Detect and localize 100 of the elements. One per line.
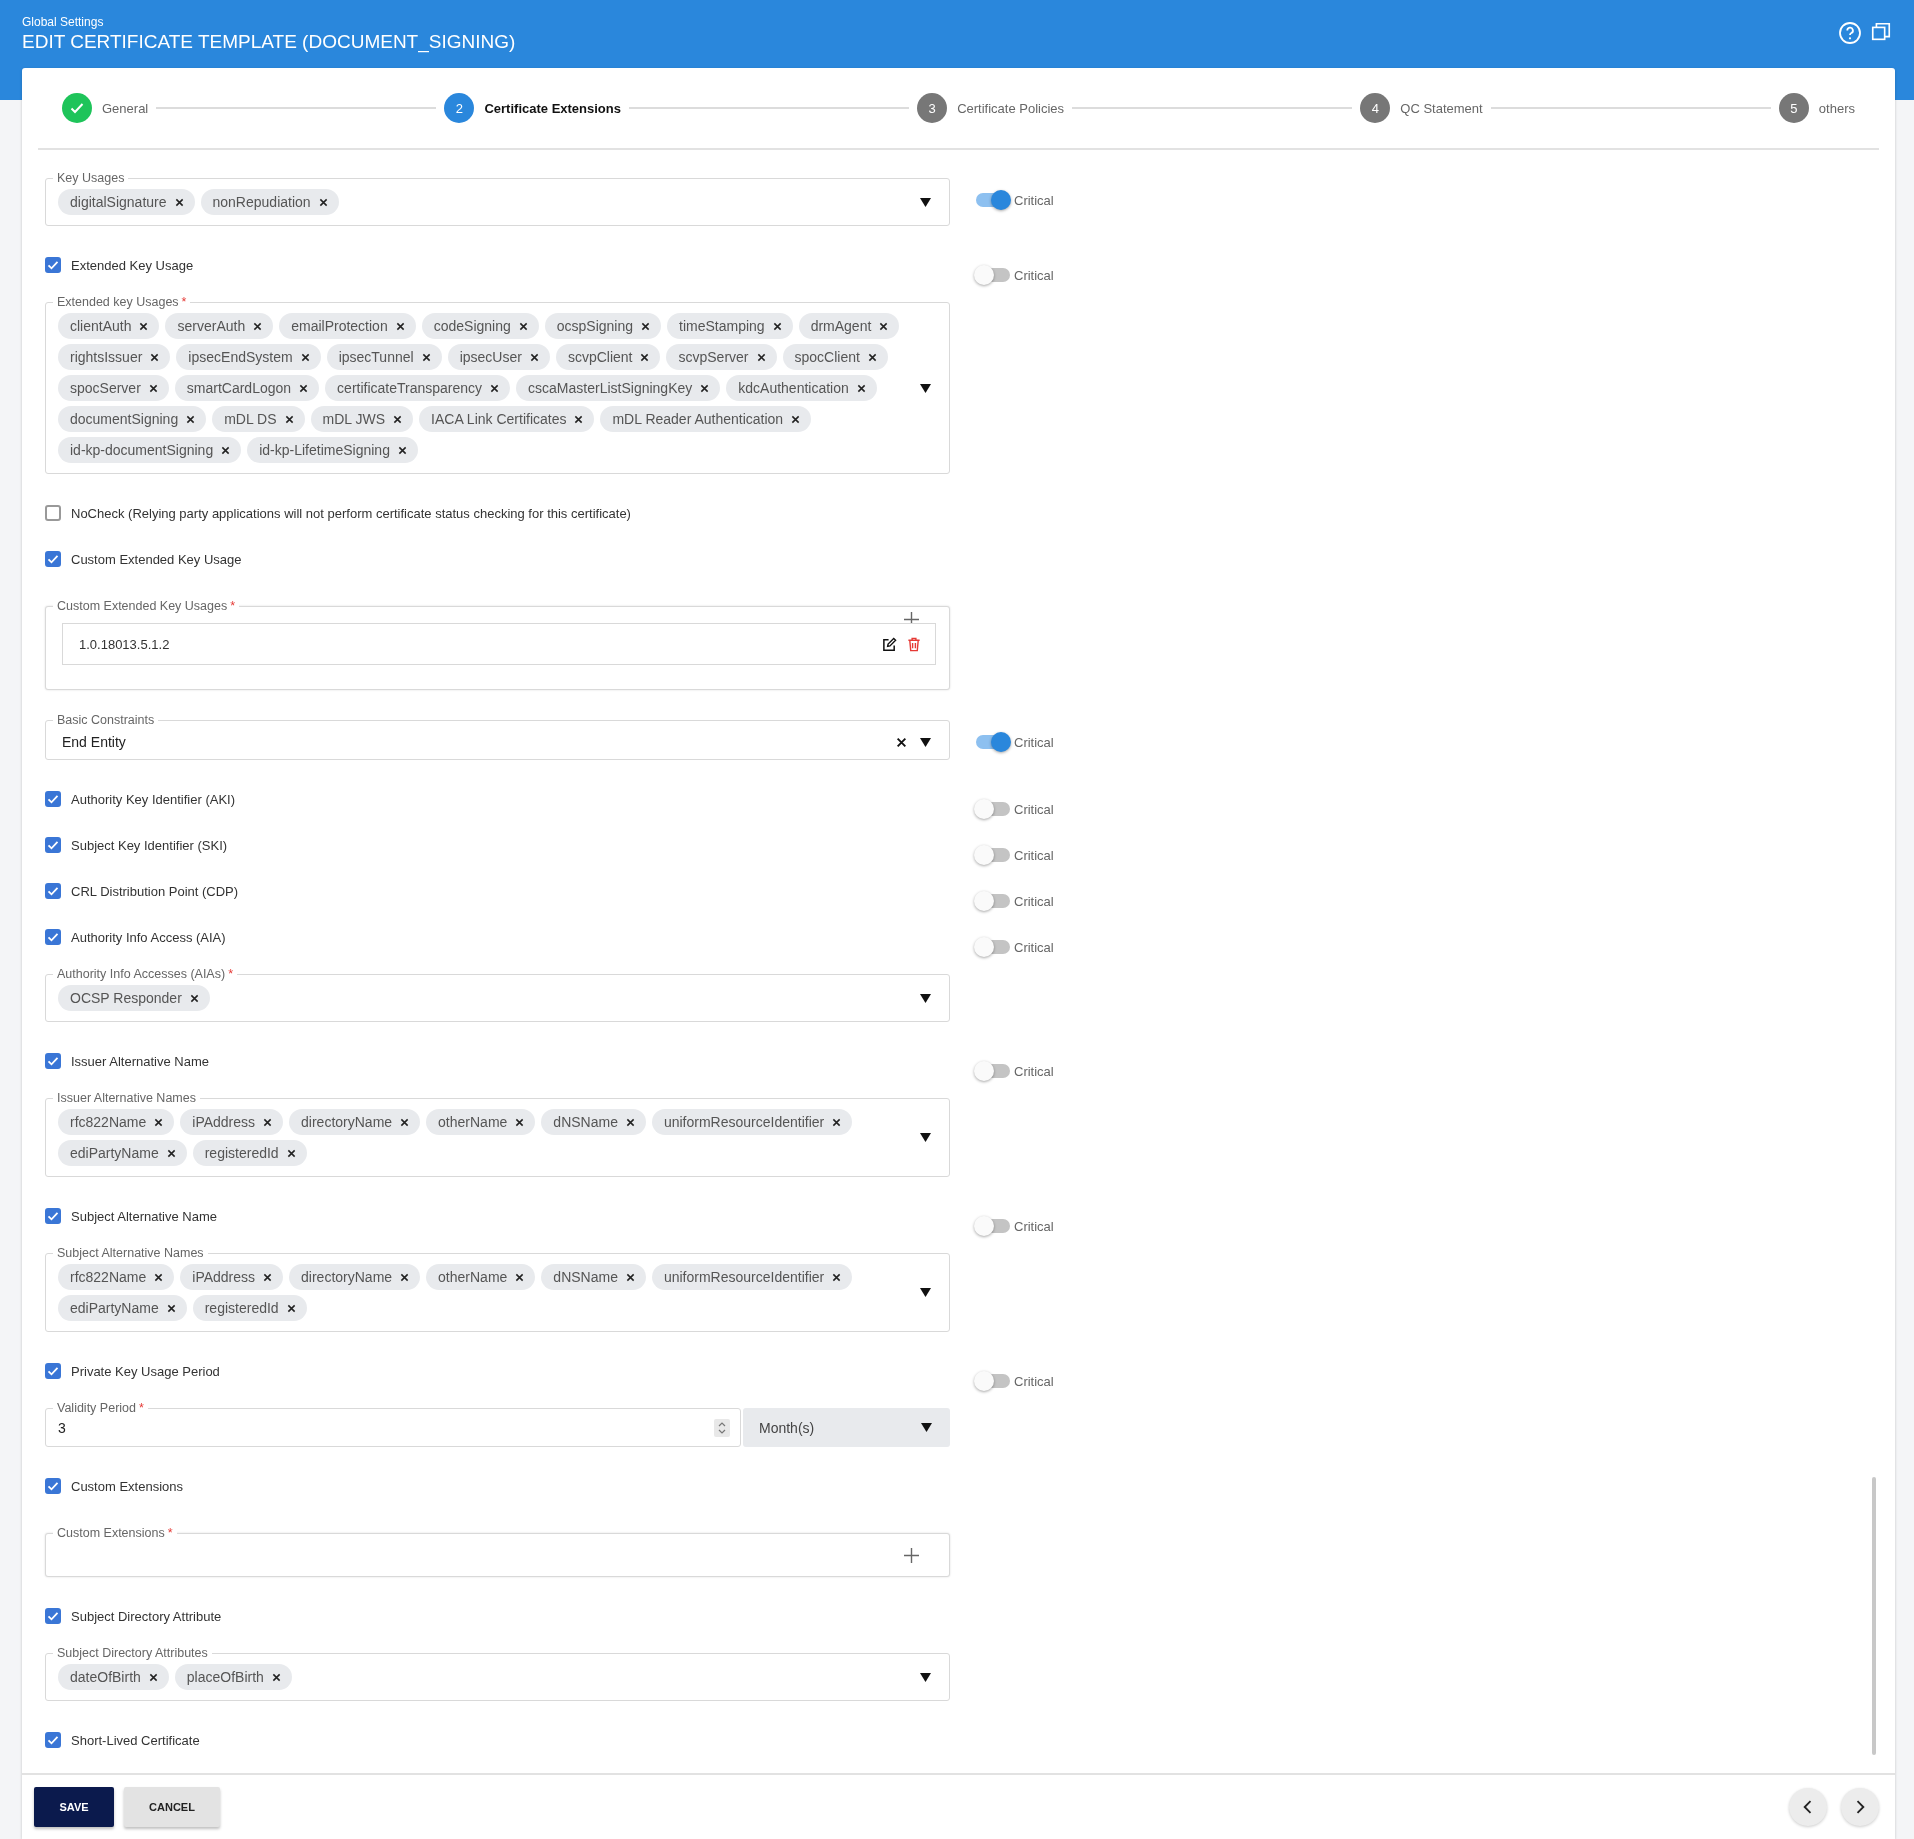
caret-icon[interactable] [920, 1133, 931, 1142]
checkbox-label[interactable]: Private Key Usage Period [71, 1363, 220, 1379]
checkbox-label[interactable]: Issuer Alternative Name [71, 1053, 209, 1069]
close-icon[interactable] [490, 383, 500, 393]
close-icon[interactable] [772, 321, 782, 331]
toggle-switch[interactable] [974, 264, 1011, 286]
help-icon[interactable] [1838, 21, 1862, 45]
close-icon[interactable] [263, 1117, 273, 1127]
step-indicator[interactable]: 3 [917, 93, 948, 123]
checkbox[interactable] [45, 551, 61, 567]
close-icon[interactable] [641, 321, 651, 331]
next-button[interactable] [1841, 1788, 1879, 1826]
edit-icon[interactable] [882, 636, 897, 652]
toggle-switch[interactable] [974, 936, 1011, 958]
step-label[interactable]: Certificate Extensions [484, 100, 621, 116]
close-icon[interactable] [286, 1148, 296, 1158]
checkbox[interactable] [45, 1732, 61, 1748]
toggle-switch[interactable] [974, 189, 1011, 211]
close-icon[interactable] [284, 414, 294, 424]
close-icon[interactable] [300, 352, 310, 362]
previous-button[interactable] [1789, 1788, 1827, 1826]
close-icon[interactable] [318, 197, 328, 207]
step-label[interactable]: General [102, 100, 149, 116]
caret-icon[interactable] [920, 737, 931, 747]
close-icon[interactable] [400, 1272, 410, 1282]
close-icon[interactable] [756, 352, 766, 362]
checkbox[interactable] [45, 1608, 61, 1624]
close-icon[interactable] [625, 1117, 635, 1127]
save-button[interactable]: SAVE [34, 1787, 114, 1827]
step-indicator[interactable]: 5 [1778, 93, 1809, 123]
close-icon[interactable] [832, 1272, 842, 1282]
close-icon[interactable] [299, 383, 309, 393]
close-icon[interactable] [221, 445, 231, 455]
caret-icon[interactable] [921, 1423, 932, 1432]
checkbox-label[interactable]: Authority Key Identifier (AKI) [71, 791, 235, 807]
step-label[interactable]: Certificate Policies [957, 100, 1065, 116]
close-icon[interactable] [148, 383, 158, 393]
close-icon[interactable] [856, 383, 866, 393]
cancel-button[interactable]: CANCEL [124, 1787, 220, 1827]
close-icon[interactable] [879, 321, 889, 331]
toggle-switch[interactable] [974, 798, 1011, 820]
close-icon[interactable] [263, 1272, 273, 1282]
checkbox-label[interactable]: Short-Lived Certificate [71, 1732, 200, 1748]
checkbox-label[interactable]: Authority Info Access (AIA) [71, 929, 226, 945]
close-icon[interactable] [186, 414, 196, 424]
checkbox-label[interactable]: Subject Directory Attribute [71, 1608, 222, 1624]
checkbox-label[interactable]: Custom Extended Key Usage [71, 551, 242, 567]
step-indicator[interactable]: 2 [444, 93, 475, 123]
checkbox-label[interactable]: Extended Key Usage [71, 257, 194, 273]
toggle-switch[interactable] [974, 890, 1011, 912]
close-icon[interactable] [640, 352, 650, 362]
checkbox[interactable] [45, 929, 61, 945]
checkbox[interactable] [45, 257, 61, 273]
toggle-switch[interactable] [974, 1215, 1011, 1237]
close-icon[interactable] [393, 414, 403, 424]
close-icon[interactable] [397, 445, 407, 455]
close-icon[interactable] [867, 352, 877, 362]
close-icon[interactable] [896, 736, 907, 748]
checkbox[interactable] [45, 791, 61, 807]
checkbox[interactable] [45, 505, 61, 521]
close-icon[interactable] [515, 1117, 525, 1127]
caret-icon[interactable] [920, 197, 931, 207]
close-icon[interactable] [832, 1117, 842, 1127]
close-icon[interactable] [574, 414, 584, 424]
checkbox[interactable] [45, 1363, 61, 1379]
toggle-switch[interactable] [974, 844, 1011, 866]
checkbox[interactable] [45, 837, 61, 853]
close-icon[interactable] [286, 1303, 296, 1313]
caret-icon[interactable] [920, 993, 931, 1003]
close-icon[interactable] [271, 1672, 281, 1682]
checkbox-label[interactable]: CRL Distribution Point (CDP) [71, 883, 239, 899]
caret-icon[interactable] [920, 1672, 931, 1682]
scrollbar-thumb[interactable] [1872, 1477, 1876, 1755]
close-icon[interactable] [166, 1303, 176, 1313]
checkbox-label[interactable]: Subject Key Identifier (SKI) [71, 837, 228, 853]
checkbox[interactable] [45, 1208, 61, 1224]
toggle-switch[interactable] [974, 1370, 1011, 1392]
toggle-switch[interactable] [974, 731, 1011, 753]
close-icon[interactable] [154, 1117, 164, 1127]
close-icon[interactable] [791, 414, 801, 424]
close-icon[interactable] [515, 1272, 525, 1282]
checkbox-label[interactable]: Custom Extensions [71, 1478, 183, 1494]
close-icon[interactable] [529, 352, 539, 362]
close-icon[interactable] [139, 321, 149, 331]
close-icon[interactable] [395, 321, 405, 331]
close-icon[interactable] [166, 1148, 176, 1158]
close-icon[interactable] [400, 1117, 410, 1127]
close-icon[interactable] [150, 352, 160, 362]
spinner-icon[interactable] [714, 1418, 730, 1437]
checkbox[interactable] [45, 1478, 61, 1494]
close-icon[interactable] [174, 197, 184, 207]
step-indicator[interactable]: 4 [1360, 93, 1391, 123]
close-icon[interactable] [154, 1272, 164, 1282]
checkbox-label[interactable]: NoCheck (Relying party applications will not perform certificate status checking for this certificate) [71, 505, 631, 521]
caret-icon[interactable] [920, 1288, 931, 1297]
checkbox-label[interactable]: Subject Alternative Name [71, 1208, 217, 1224]
close-icon[interactable] [700, 383, 710, 393]
close-icon[interactable] [518, 321, 528, 331]
close-icon[interactable] [189, 993, 199, 1003]
caret-icon[interactable] [920, 383, 931, 393]
